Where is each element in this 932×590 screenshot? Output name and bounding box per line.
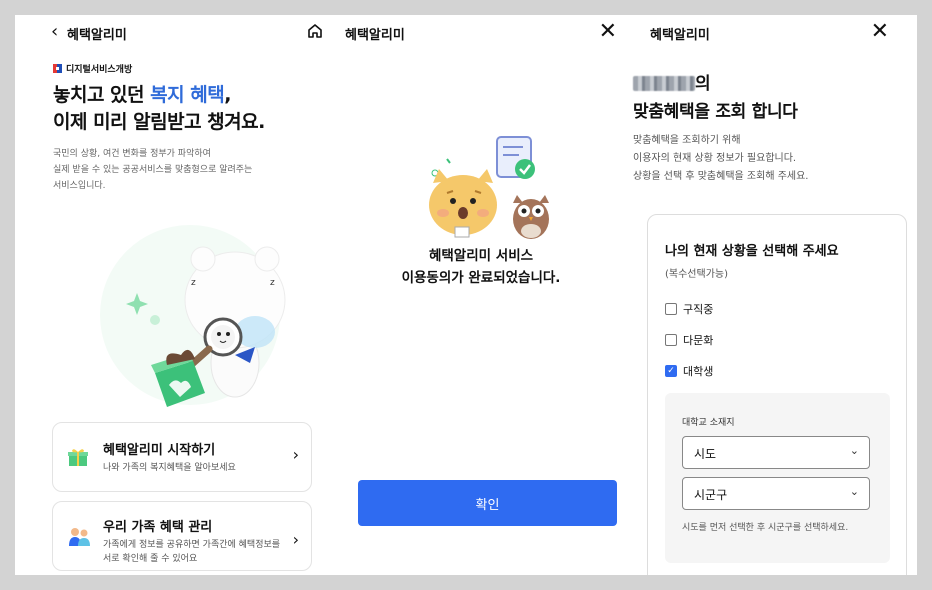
hero-name-suffix: 의 bbox=[695, 74, 711, 94]
close-icon[interactable]: ✕ bbox=[599, 19, 617, 44]
select-order-note: 시도를 먼저 선택한 후 시군구를 선택하세요. bbox=[682, 523, 849, 533]
close-icon[interactable]: ✕ bbox=[871, 19, 889, 44]
option-label: 구직중 bbox=[683, 303, 714, 316]
blurred-user-name bbox=[633, 76, 695, 91]
hero-line2: 맞춤혜택을 조회 합니다 bbox=[633, 102, 798, 122]
sigungu-select-value: 시군구 bbox=[694, 488, 728, 502]
chevron-right-icon: › bbox=[292, 445, 299, 464]
message-line1: 혜택알리미 서비스 bbox=[428, 248, 534, 264]
hero-highlight: 복지 혜택 bbox=[150, 84, 225, 106]
option-label: 대학생 bbox=[683, 365, 714, 378]
home-icon[interactable] bbox=[307, 23, 323, 43]
checkbox-unchecked-icon[interactable] bbox=[665, 334, 677, 346]
cat-owl-illustration bbox=[403, 133, 563, 243]
card-desc: 가족에게 정보를 공유하면 가족간에 혜택정보를 서로 확인해 줄 수 있어요 bbox=[103, 540, 281, 564]
svg-text:z: z bbox=[191, 278, 196, 288]
chevron-right-icon: › bbox=[292, 530, 299, 549]
multi-select-hint: (복수선택가능) bbox=[665, 269, 729, 280]
benefit-description: 맞춤혜택을 조회하기 위해 이용자의 현재 상황 정보가 필요합니다. 상황을 … bbox=[633, 132, 808, 186]
university-location-section: 대학교 소재지 시도 ⌄ 시군구 ⌄ 시도를 먼저 선택한 후 시군구를 선택하… bbox=[665, 393, 890, 563]
option-job-seeking[interactable]: 구직중 bbox=[665, 301, 713, 317]
header-title: 혜택알리미 bbox=[67, 28, 127, 43]
consent-complete-message: 혜택알리미 서비스 이용동의가 완료되었습니다. bbox=[333, 245, 629, 289]
intro-desc-line: 서비스입니다. bbox=[53, 181, 106, 191]
intro-screen: ‹ 혜택알리미 디지털서비스개방 놓치고 있던 복지 혜택, 이제 미리 알림받… bbox=[15, 15, 333, 575]
situation-question: 나의 현재 상황을 선택해 주세요 bbox=[665, 244, 839, 259]
card-desc: 나와 가족의 복지혜택을 알아보세요 bbox=[103, 463, 236, 473]
start-service-card[interactable]: 혜택알리미 시작하기 나와 가족의 복지혜택을 알아보세요 › bbox=[52, 422, 312, 492]
card-title: 혜택알리미 시작하기 bbox=[103, 443, 216, 458]
hero-line1-post: , bbox=[224, 84, 231, 106]
sido-select-value: 시도 bbox=[694, 447, 717, 461]
screens-frame: ‹ 혜택알리미 디지털서비스개방 놓치고 있던 복지 혜택, 이제 미리 알림받… bbox=[15, 15, 917, 575]
sido-select[interactable]: 시도 ⌄ bbox=[682, 436, 870, 469]
chevron-down-icon: ⌄ bbox=[849, 444, 859, 457]
consent-header: 혜택알리미 ✕ bbox=[333, 15, 629, 51]
checkbox-checked-icon[interactable]: ✓ bbox=[665, 365, 677, 377]
benefit-desc-line: 맞춤혜택을 조회하기 위해 bbox=[633, 135, 741, 146]
confirm-button[interactable]: 확인 bbox=[358, 480, 617, 526]
hero-title: 놓치고 있던 복지 혜택, 이제 미리 알림받고 챙겨요. bbox=[53, 82, 265, 136]
intro-desc-line: 실제 받을 수 있는 공공서비스를 맞춤형으로 알려주는 bbox=[53, 165, 253, 175]
university-location-label: 대학교 소재지 bbox=[682, 418, 735, 428]
message-line2: 이용동의가 완료되었습니다. bbox=[401, 270, 561, 286]
bear-mascot-illustration: z z bbox=[95, 215, 333, 415]
benefit-desc-line: 상황을 선택 후 맞춤혜택을 조회해 주세요. bbox=[633, 171, 809, 182]
benefit-desc-line: 이용자의 현재 상황 정보가 필요합니다. bbox=[633, 153, 797, 164]
family-benefit-card[interactable]: 우리 가족 혜택 관리 가족에게 정보를 공유하면 가족간에 혜택정보를 서로 … bbox=[52, 501, 312, 571]
situation-select-card: 나의 현재 상황을 선택해 주세요 (복수선택가능) 구직중 다문화 ✓ 대학생… bbox=[647, 214, 907, 575]
intro-desc-line: 국민의 상황, 여건 변화를 정부가 파악하여 bbox=[53, 149, 211, 159]
intro-description: 국민의 상황, 여건 변화를 정부가 파악하여 실제 받을 수 있는 공공서비스… bbox=[53, 146, 252, 194]
card-title: 우리 가족 혜택 관리 bbox=[103, 520, 213, 535]
option-university-student[interactable]: ✓ 대학생 bbox=[665, 363, 713, 379]
benefit-header: 혜택알리미 ✕ bbox=[629, 15, 917, 51]
chevron-down-icon: ⌄ bbox=[849, 485, 859, 498]
sigungu-select[interactable]: 시군구 ⌄ bbox=[682, 477, 870, 510]
header-title: 혜택알리미 bbox=[650, 28, 710, 43]
back-arrow-icon[interactable]: ‹ bbox=[51, 21, 58, 42]
checkbox-unchecked-icon[interactable] bbox=[665, 303, 677, 315]
gift-box-icon bbox=[67, 447, 89, 471]
brand-text: 디지털서비스개방 bbox=[66, 65, 133, 75]
consent-complete-screen: 혜택알리미 ✕ 혜택알리미 서비스 이용동의가 완료되었습니다. 확인 bbox=[333, 15, 629, 575]
option-multicultural[interactable]: 다문화 bbox=[665, 332, 713, 348]
brand: 디지털서비스개방 bbox=[53, 62, 132, 75]
family-icon bbox=[67, 526, 91, 552]
option-label: 다문화 bbox=[683, 334, 714, 347]
brand-logo-icon bbox=[53, 64, 62, 73]
intro-header: ‹ 혜택알리미 bbox=[15, 15, 333, 51]
svg-text:z: z bbox=[270, 278, 275, 288]
hero-line1-pre: 놓치고 있던 bbox=[53, 84, 151, 106]
custom-benefit-screen: 혜택알리미 ✕ 의 맞춤혜택을 조회 합니다 맞춤혜택을 조회하기 위해 이용자… bbox=[629, 15, 917, 575]
benefit-hero-title: 의 맞춤혜택을 조회 합니다 bbox=[633, 70, 798, 126]
hero-line2: 이제 미리 알림받고 챙겨요. bbox=[53, 111, 265, 133]
header-title: 혜택알리미 bbox=[345, 28, 405, 43]
